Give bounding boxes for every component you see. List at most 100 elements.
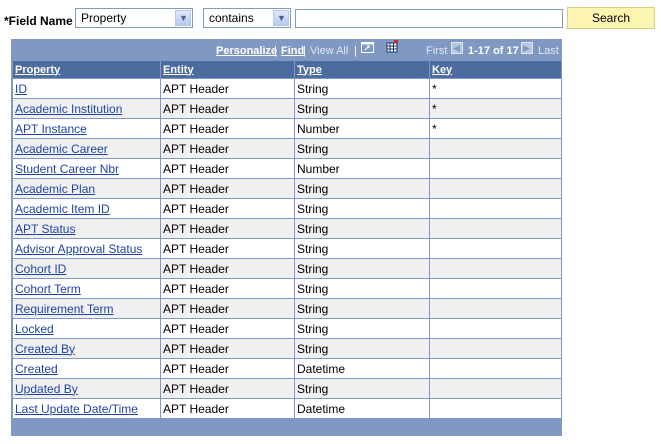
row-count: 1-17 of 17 [468,45,519,57]
first-label: First [426,45,448,57]
property-link[interactable]: Requirement Term [15,302,113,316]
table-row: Cohort ID APT Header String [13,259,561,278]
property-cell: Academic Institution [13,99,160,118]
type-cell: String [297,141,329,156]
nav-separator: | [303,45,306,57]
property-link[interactable]: Academic Institution [15,102,122,116]
column-header-key[interactable]: Key [430,61,561,78]
entity-cell: APT Header [161,139,294,158]
property-link[interactable]: Student Career Nbr [15,162,119,176]
chevron-down-icon[interactable]: ▼ [273,10,289,26]
entity-cell: APT Header [161,179,294,198]
type-cell: Number [295,119,429,138]
table-row: Created By APT Header String [13,339,561,358]
table-row: APT Instance APT Header Number * [13,119,561,138]
type-cell: String [295,219,429,238]
type-cell: String [295,379,429,398]
key-cell: * [432,101,437,116]
property-cell: Requirement Term [13,299,160,318]
table-row: Cohort Term APT Header String [13,279,561,298]
grid-download-icon[interactable] [386,40,399,53]
table-row: ID APT Header String * [13,79,561,98]
property-link[interactable]: Created [15,362,58,376]
key-cell [430,199,561,218]
type-cell: String [295,99,429,118]
type-cell: Datetime [295,399,429,418]
property-cell: Locked [13,319,160,338]
operator-select-value: contains [209,11,254,25]
entity-cell: APT Header [161,379,294,398]
type-cell: String [297,281,329,296]
chevron-down-icon[interactable]: ▼ [175,10,191,26]
entity-cell: APT Header [161,259,294,278]
table-row: Academic Plan APT Header String [13,179,561,198]
property-cell: Academic Item ID [13,199,160,218]
entity-cell: APT Header [161,279,294,298]
operator-select[interactable]: contains ▼ [203,8,291,28]
search-value-input[interactable] [295,9,563,28]
table-row: Created APT Header Datetime [13,359,561,378]
search-button[interactable]: Search [567,7,655,29]
type-cell: String [297,341,329,356]
property-cell: APT Instance [13,119,160,138]
last-label: Last [538,45,559,57]
key-cell [430,379,561,398]
table-row: Academic Career APT Header String [13,139,561,158]
property-link[interactable]: Updated By [15,382,78,396]
property-link[interactable]: Locked [15,322,54,336]
entity-cell: APT Header [161,299,294,318]
find-link[interactable]: Find [281,45,304,57]
key-cell [430,359,561,378]
prev-arrow-icon[interactable]: ◀ [451,42,463,54]
key-cell [430,299,561,318]
key-cell: * [430,119,561,138]
column-header-property[interactable]: Property [13,61,160,78]
type-cell: String [297,301,329,316]
type-cell: Datetime [295,359,429,378]
property-link[interactable]: Academic Item ID [15,202,110,216]
zoom-window-icon[interactable] [361,42,374,53]
properties-table: Property Entity Type Key ID APT Header Str… [12,60,562,419]
property-link[interactable]: APT Instance [15,122,87,136]
table-header-row: Property Entity Type Key [13,61,561,78]
property-link[interactable]: Last Update Date/Time [15,402,138,416]
column-header-type[interactable]: Type [295,61,429,78]
property-link[interactable]: Cohort ID [15,262,66,276]
field-name-select[interactable]: Property ▼ [75,8,193,28]
table-row: Academic Institution APT Header String * [13,99,561,118]
property-link[interactable]: Advisor Approval Status [15,242,142,256]
type-cell: Datetime [297,401,346,416]
entity-cell: APT Header [163,201,229,216]
entity-cell: APT Header [163,361,229,376]
entity-cell: APT Header [163,221,229,236]
table-row: Locked APT Header String [13,319,561,338]
key-cell [430,239,561,258]
property-link[interactable]: Cohort Term [15,282,81,296]
property-link[interactable]: Academic Career [15,142,108,156]
entity-cell: APT Header [163,381,229,396]
nav-separator: | [354,45,357,57]
property-link[interactable]: ID [15,82,27,96]
property-link[interactable]: Created By [15,342,75,356]
property-link[interactable]: Academic Plan [15,182,95,196]
table-row: Requirement Term APT Header String [13,299,561,318]
type-cell: String [295,199,429,218]
type-cell: String [297,101,329,116]
type-cell: String [297,241,329,256]
key-cell [430,259,561,278]
property-cell: Updated By [13,379,160,398]
property-cell: APT Status [13,219,160,238]
type-cell: String [297,261,329,276]
next-arrow-icon[interactable]: ▶ [521,42,533,54]
view-all-link[interactable]: View All [310,45,348,57]
entity-cell: APT Header [161,99,294,118]
personalize-link[interactable]: Personalize [216,45,277,57]
entity-cell: APT Header [163,181,229,196]
column-header-entity[interactable]: Entity [161,61,294,78]
key-cell [430,319,561,338]
entity-cell: APT Header [163,261,229,276]
type-cell: String [297,181,329,196]
property-link[interactable]: APT Status [15,222,75,236]
table-row: Updated By APT Header String [13,379,561,398]
entity-cell: APT Header [161,119,294,138]
